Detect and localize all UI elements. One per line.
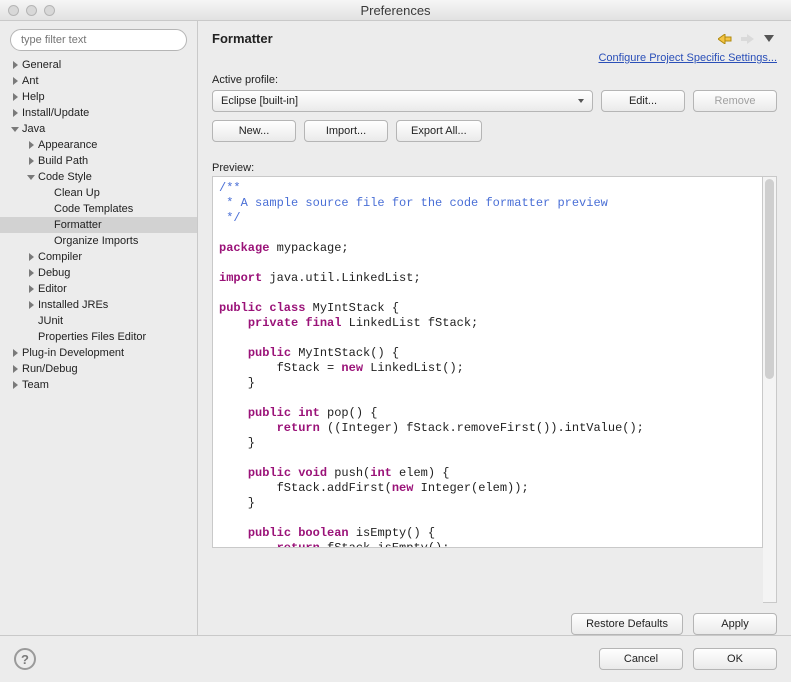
tree-spacer [42, 188, 52, 198]
cancel-button[interactable]: Cancel [599, 648, 683, 670]
content-pane: Formatter Configure Project Specific Set… [198, 21, 791, 635]
tree-spacer [42, 236, 52, 246]
preview-area: /** * A sample source file for the code … [212, 176, 763, 548]
edit-button[interactable]: Edit... [601, 90, 685, 112]
tree-item-label: Install/Update [22, 107, 89, 119]
titlebar: Preferences [0, 0, 791, 21]
restore-defaults-button[interactable]: Restore Defaults [571, 613, 683, 635]
tree-item-build-path[interactable]: Build Path [0, 153, 197, 169]
sidebar: General Ant Help Install/Update Java Appearan… [0, 21, 198, 635]
tree-spacer [26, 316, 36, 326]
tree-item-run-debug[interactable]: Run/Debug [0, 361, 197, 377]
window-title: Preferences [0, 3, 791, 18]
new-button[interactable]: New... [212, 120, 296, 142]
tree-item-properties-files-editor[interactable]: Properties Files Editor [0, 329, 197, 345]
view-menu-icon[interactable] [761, 32, 777, 46]
configure-project-link[interactable]: Configure Project Specific Settings... [598, 52, 777, 64]
tree-spacer [26, 332, 36, 342]
page-title: Formatter [212, 31, 717, 46]
tree-item-team[interactable]: Team [0, 377, 197, 393]
tree-item-label: Code Style [38, 171, 92, 183]
tree-item-code-style[interactable]: Code Style [0, 169, 197, 185]
disclosure-arrow-icon[interactable] [10, 124, 20, 134]
tree-item-label: Ant [22, 75, 39, 87]
tree-item-appearance[interactable]: Appearance [0, 137, 197, 153]
tree-item-label: Compiler [38, 251, 82, 263]
disclosure-arrow-icon[interactable] [26, 172, 36, 182]
tree-item-code-templates[interactable]: Code Templates [0, 201, 197, 217]
tree-item-label: Organize Imports [54, 235, 138, 247]
disclosure-arrow-icon[interactable] [10, 92, 20, 102]
disclosure-arrow-icon[interactable] [10, 380, 20, 390]
tree-item-label: Code Templates [54, 203, 133, 215]
tree-item-label: Installed JREs [38, 299, 108, 311]
disclosure-arrow-icon[interactable] [26, 156, 36, 166]
tree-item-label: JUnit [38, 315, 63, 327]
tree-item-ant[interactable]: Ant [0, 73, 197, 89]
tree-item-installed-jres[interactable]: Installed JREs [0, 297, 197, 313]
tree-spacer [42, 204, 52, 214]
active-profile-select[interactable]: Eclipse [built-in] [212, 90, 593, 112]
nav-back-icon[interactable] [717, 32, 733, 46]
tree-item-label: Run/Debug [22, 363, 78, 375]
tree-item-label: Formatter [54, 219, 102, 231]
tree-item-help[interactable]: Help [0, 89, 197, 105]
disclosure-arrow-icon[interactable] [10, 76, 20, 86]
tree-item-general[interactable]: General [0, 57, 197, 73]
tree-item-label: Java [22, 123, 45, 135]
disclosure-arrow-icon[interactable] [26, 268, 36, 278]
disclosure-arrow-icon[interactable] [26, 252, 36, 262]
preview-scrollbar[interactable] [763, 176, 777, 603]
disclosure-arrow-icon[interactable] [10, 348, 20, 358]
preview-label: Preview: [212, 162, 254, 174]
active-profile-value: Eclipse [built-in] [221, 95, 298, 107]
tree-item-label: Appearance [38, 139, 97, 151]
preferences-tree[interactable]: General Ant Help Install/Update Java Appearan… [0, 55, 197, 401]
tree-item-install-update[interactable]: Install/Update [0, 105, 197, 121]
scrollbar-thumb[interactable] [765, 179, 774, 379]
export-all-button[interactable]: Export All... [396, 120, 482, 142]
tree-item-label: General [22, 59, 61, 71]
disclosure-arrow-icon[interactable] [10, 364, 20, 374]
filter-input[interactable] [10, 29, 187, 51]
tree-item-label: Debug [38, 267, 70, 279]
disclosure-arrow-icon[interactable] [26, 300, 36, 310]
tree-item-label: Build Path [38, 155, 88, 167]
tree-item-debug[interactable]: Debug [0, 265, 197, 281]
nav-forward-icon [739, 32, 755, 46]
footer: ? Cancel OK [0, 635, 791, 682]
import-button[interactable]: Import... [304, 120, 388, 142]
tree-item-label: Plug-in Development [22, 347, 124, 359]
remove-button: Remove [693, 90, 777, 112]
tree-item-organize-imports[interactable]: Organize Imports [0, 233, 197, 249]
ok-button[interactable]: OK [693, 648, 777, 670]
tree-item-java[interactable]: Java [0, 121, 197, 137]
tree-item-label: Team [22, 379, 49, 391]
tree-item-junit[interactable]: JUnit [0, 313, 197, 329]
tree-item-label: Help [22, 91, 45, 103]
disclosure-arrow-icon[interactable] [10, 108, 20, 118]
tree-item-plug-in-development[interactable]: Plug-in Development [0, 345, 197, 361]
tree-item-label: Properties Files Editor [38, 331, 146, 343]
tree-item-label: Clean Up [54, 187, 100, 199]
tree-item-clean-up[interactable]: Clean Up [0, 185, 197, 201]
tree-spacer [42, 220, 52, 230]
disclosure-arrow-icon[interactable] [26, 140, 36, 150]
tree-item-compiler[interactable]: Compiler [0, 249, 197, 265]
tree-item-label: Editor [38, 283, 67, 295]
help-icon[interactable]: ? [14, 648, 36, 670]
apply-button[interactable]: Apply [693, 613, 777, 635]
tree-item-editor[interactable]: Editor [0, 281, 197, 297]
tree-item-formatter[interactable]: Formatter [0, 217, 197, 233]
disclosure-arrow-icon[interactable] [26, 284, 36, 294]
disclosure-arrow-icon[interactable] [10, 60, 20, 70]
active-profile-label: Active profile: [212, 74, 777, 86]
